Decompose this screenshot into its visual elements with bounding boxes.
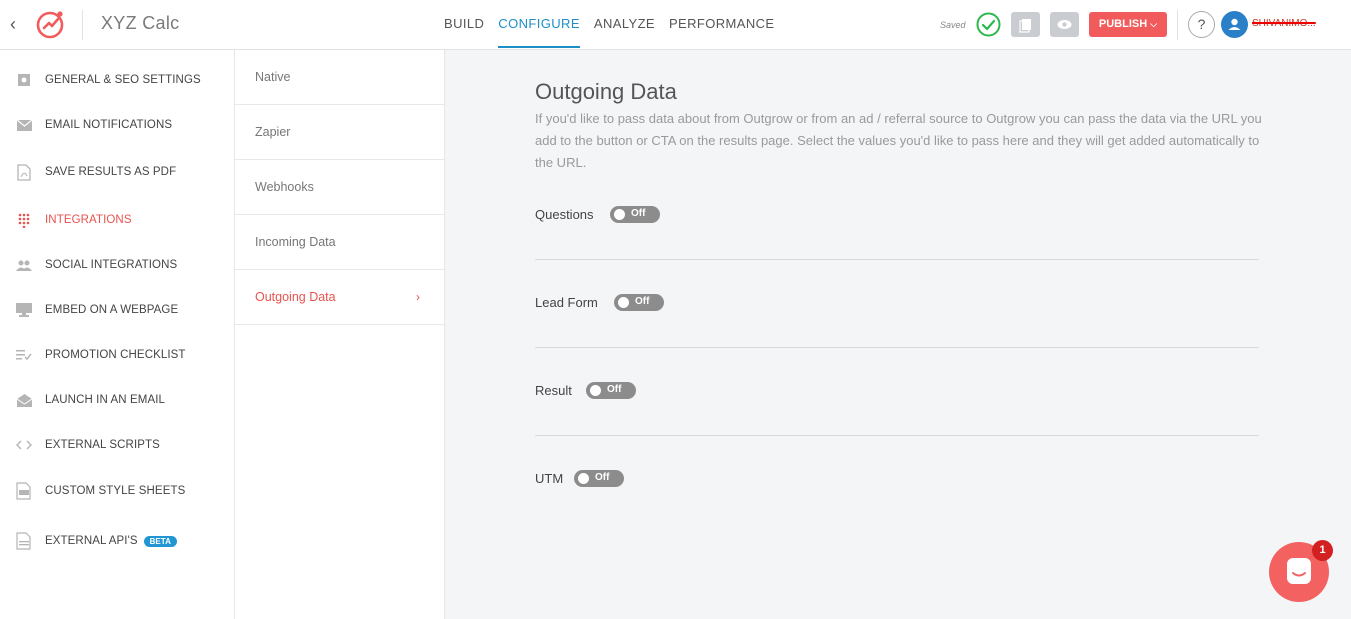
subnav-item-native[interactable]: Native (235, 50, 444, 105)
sidebar-item-save-pdf[interactable]: SAVE RESULTS AS PDF (0, 157, 234, 187)
copy-pages-icon (1019, 19, 1031, 33)
utm-toggle[interactable]: Off (574, 470, 624, 487)
css-file-icon (16, 482, 32, 500)
nav-tab-performance[interactable]: PERFORMANCE (669, 0, 775, 50)
toggle-knob (618, 297, 629, 308)
back-chevron-icon[interactable]: ‹ (10, 13, 28, 35)
settings-icon (16, 72, 32, 88)
sidebar-item-label: EMAIL NOTIFICATIONS (45, 119, 173, 131)
outgrow-logo-icon[interactable] (34, 8, 66, 40)
api-file-icon (16, 532, 32, 550)
settings-sidebar: GENERAL & SEO SETTINGS EMAIL NOTIFICATIO… (0, 50, 235, 619)
toggle-knob (578, 473, 589, 484)
integrations-icon (16, 212, 32, 228)
toggle-state: Off (635, 296, 650, 307)
publish-label: PUBLISH (1098, 18, 1148, 30)
eye-icon (1057, 20, 1072, 29)
checklist-icon (16, 347, 32, 363)
sidebar-item-integrations[interactable]: INTEGRATIONS (0, 205, 234, 235)
toggle-state: Off (631, 208, 646, 219)
header-divider-2 (1177, 10, 1178, 40)
subnav-item-label: Zapier (255, 125, 291, 139)
chat-unread-badge: 1 (1312, 540, 1333, 561)
section-divider (535, 435, 1259, 436)
chevron-right-icon: › (416, 290, 420, 304)
subnav-item-outgoing-data[interactable]: Outgoing Data › (235, 270, 444, 325)
user-avatar[interactable] (1221, 11, 1248, 38)
sidebar-item-social-integrations[interactable]: SOCIAL INTEGRATIONS (0, 250, 234, 280)
sidebar-item-label: GENERAL & SEO SETTINGS (45, 74, 201, 86)
toggle-state: Off (607, 384, 622, 395)
sidebar-item-label: EXTERNAL API'S (45, 535, 138, 547)
user-icon (1228, 18, 1241, 30)
subnav-item-label: Incoming Data (255, 235, 336, 249)
sidebar-item-email-notifications[interactable]: EMAIL NOTIFICATIONS (0, 110, 234, 140)
toggle-knob (614, 209, 625, 220)
top-header: ‹ XYZ Calc BUILD CONFIGURE ANALYZE PERFO… (0, 0, 1351, 50)
sidebar-item-label: INTEGRATIONS (45, 214, 132, 226)
username[interactable]: SHIVANIMO... (1252, 18, 1316, 29)
saved-check-icon (976, 12, 1001, 37)
page-description: If you'd like to pass data about from Ou… (535, 111, 1262, 170)
subnav-item-zapier[interactable]: Zapier (235, 105, 444, 160)
subnav-item-incoming-data[interactable]: Incoming Data (235, 215, 444, 270)
questions-label: Questions (535, 207, 594, 222)
main-nav: BUILD CONFIGURE ANALYZE PERFORMANCE (444, 0, 789, 50)
beta-badge: BETA (143, 535, 177, 547)
sidebar-item-external-apis[interactable]: EXTERNAL API'S BETA (0, 526, 234, 556)
sidebar-item-embed-webpage[interactable]: EMBED ON A WEBPAGE (0, 295, 234, 325)
sidebar-item-label: EXTERNAL SCRIPTS (45, 439, 160, 451)
result-label: Result (535, 383, 572, 398)
lead-form-label: Lead Form (535, 295, 598, 310)
code-icon (16, 437, 32, 453)
page-title: Outgoing Data (535, 79, 677, 104)
nav-tab-analyze[interactable]: ANALYZE (594, 0, 655, 50)
subnav-item-label: Outgoing Data (255, 290, 336, 304)
sidebar-item-label: LAUNCH IN AN EMAIL (45, 394, 166, 406)
toggle-state: Off (595, 472, 610, 483)
help-button[interactable]: ? (1188, 11, 1215, 38)
pdf-icon (16, 163, 32, 181)
subnav-item-label: Native (255, 70, 291, 84)
integrations-subnav: Native Zapier Webhooks Incoming Data Out… (235, 50, 445, 619)
section-divider (535, 347, 1259, 348)
sidebar-item-label: EMBED ON A WEBPAGE (45, 304, 179, 316)
publish-button[interactable]: PUBLISH ⌵ (1089, 12, 1167, 37)
header-divider (82, 10, 83, 40)
chevron-down-icon: ⌵ (1150, 19, 1158, 29)
saved-status: Saved (940, 20, 966, 30)
utm-label: UTM (535, 471, 564, 486)
questions-toggle[interactable]: Off (610, 206, 660, 223)
monitor-icon (16, 302, 32, 318)
sidebar-item-launch-email[interactable]: LAUNCH IN AN EMAIL (0, 385, 234, 415)
result-toggle[interactable]: Off (586, 382, 636, 399)
nav-tab-configure[interactable]: CONFIGURE (498, 0, 580, 48)
lead-form-toggle[interactable]: Off (614, 294, 664, 311)
preview-button[interactable] (1050, 12, 1079, 37)
section-divider (535, 259, 1259, 260)
envelope-icon (16, 117, 32, 133)
sidebar-item-promotion-checklist[interactable]: PROMOTION CHECKLIST (0, 340, 234, 370)
sidebar-item-external-scripts[interactable]: EXTERNAL SCRIPTS (0, 430, 234, 460)
sidebar-item-custom-style-sheets[interactable]: CUSTOM STYLE SHEETS (0, 476, 234, 506)
toggle-knob (590, 385, 601, 396)
people-icon (16, 257, 32, 273)
app-title: XYZ Calc (101, 13, 180, 33)
sidebar-item-label: PROMOTION CHECKLIST (45, 349, 186, 361)
templates-button[interactable] (1011, 12, 1040, 37)
subnav-item-label: Webhooks (255, 180, 314, 194)
sidebar-item-general-seo[interactable]: GENERAL & SEO SETTINGS (0, 65, 234, 95)
sidebar-item-label: CUSTOM STYLE SHEETS (45, 485, 186, 497)
subnav-item-webhooks[interactable]: Webhooks (235, 160, 444, 215)
sidebar-item-label: SOCIAL INTEGRATIONS (45, 259, 178, 271)
open-envelope-icon (16, 392, 32, 408)
nav-tab-build[interactable]: BUILD (444, 0, 484, 50)
sidebar-item-label: SAVE RESULTS AS PDF (45, 166, 177, 178)
